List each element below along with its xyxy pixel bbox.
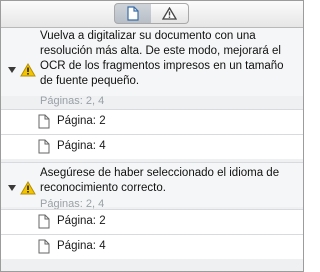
page-row[interactable]: Página: 2 [1,209,303,234]
issue-group[interactable]: Asegúrese de haber seleccionado el idiom… [1,162,303,210]
warning-icon [20,181,36,195]
page-icon [38,214,50,229]
warnings-view-tab[interactable] [151,3,189,24]
warning-icon [20,63,36,77]
page-icon [38,139,50,154]
issue-message: Vuelva a digitalizar su documento con un… [40,29,297,89]
page-icon [38,239,50,254]
warning-outline-icon [162,7,177,20]
issue-message: Asegúrese de haber seleccionado el idiom… [40,166,297,196]
issue-message-line: Vuelva a digitalizar su documento con un… [40,30,256,42]
disclosure-triangle-icon[interactable] [8,185,16,191]
panel-toolbar [1,1,303,28]
page-row[interactable]: Página: 4 [1,134,303,159]
issue-group[interactable]: Vuelva a digitalizar su documento con un… [1,28,303,107]
warnings-panel: Vuelva a digitalizar su documento con un… [0,0,304,272]
document-icon [127,6,139,21]
issue-message-line: OCR de los fragmentos impresos en un tam… [40,60,284,72]
issue-message-line: reconocimiento correcto. [40,182,166,194]
page-label: Página: 4 [57,240,106,252]
document-view-tab[interactable] [114,3,152,24]
disclosure-triangle-icon[interactable] [8,67,16,73]
issue-message-line: Asegúrese de haber seleccionado el idiom… [40,167,280,179]
issue-pages-summary: Páginas: 2, 4 [40,95,105,107]
page-label: Página: 2 [57,115,106,127]
page-icon [38,114,50,129]
issue-message-line: de fuente pequeño. [40,75,140,87]
page-row[interactable]: Página: 4 [1,234,303,259]
page-label: Página: 4 [57,140,106,152]
page-label: Página: 2 [57,215,106,227]
issue-message-line: resolución más alta. De este modo, mejor… [40,45,281,57]
page-row[interactable]: Página: 2 [1,109,303,134]
